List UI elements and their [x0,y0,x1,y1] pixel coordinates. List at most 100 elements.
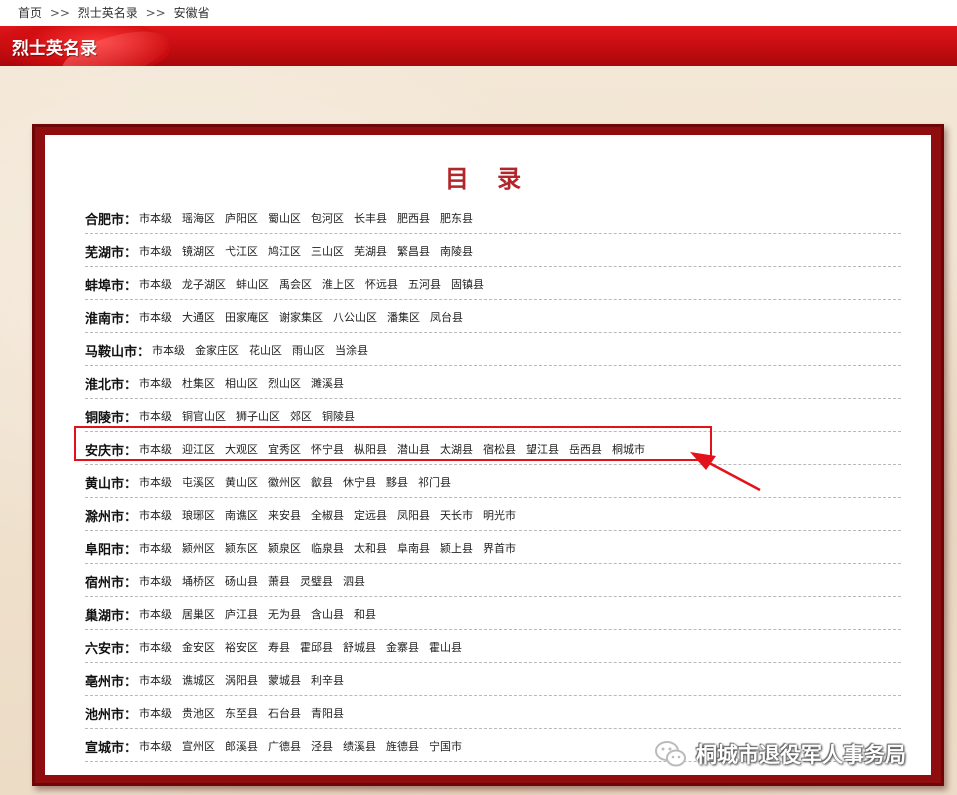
district-link[interactable]: 黟县 [386,474,408,490]
district-link[interactable]: 寿县 [268,639,290,655]
district-link[interactable]: 芜湖县 [354,243,387,259]
district-link[interactable]: 郊区 [290,408,312,424]
district-link[interactable]: 舒城县 [343,639,376,655]
district-link[interactable]: 埇桥区 [182,573,215,589]
district-link[interactable]: 市本级 [139,606,172,622]
district-link[interactable]: 肥西县 [397,210,430,226]
district-link[interactable]: 休宁县 [343,474,376,490]
district-link[interactable]: 来安县 [268,507,301,523]
district-link[interactable]: 市本级 [139,639,172,655]
district-link[interactable]: 明光市 [483,507,516,523]
district-link[interactable]: 雨山区 [292,342,325,358]
district-link[interactable]: 无为县 [268,606,301,622]
district-link[interactable]: 颍上县 [440,540,473,556]
district-link[interactable]: 谯城区 [182,672,215,688]
district-link[interactable]: 金寨县 [386,639,419,655]
district-link[interactable]: 裕安区 [225,639,258,655]
district-link[interactable]: 弋江区 [225,243,258,259]
district-link[interactable]: 泗县 [343,573,365,589]
district-link[interactable]: 镜湖区 [182,243,215,259]
district-link[interactable]: 凤台县 [430,309,463,325]
district-link[interactable]: 青阳县 [311,705,344,721]
district-link[interactable]: 烈山区 [268,375,301,391]
district-link[interactable]: 太和县 [354,540,387,556]
district-link[interactable]: 阜南县 [397,540,430,556]
breadcrumb-martyrs[interactable]: 烈士英名录 [78,6,138,20]
district-link[interactable]: 铜陵县 [322,408,355,424]
district-link[interactable]: 市本级 [139,672,172,688]
district-link[interactable]: 砀山县 [225,573,258,589]
district-link[interactable]: 萧县 [268,573,290,589]
district-link[interactable]: 肥东县 [440,210,473,226]
district-link[interactable]: 市本级 [139,738,172,754]
district-link[interactable]: 田家庵区 [225,309,269,325]
district-link[interactable]: 灵璧县 [300,573,333,589]
district-link[interactable]: 蒙城县 [268,672,301,688]
district-link[interactable]: 市本级 [139,210,172,226]
district-link[interactable]: 禹会区 [279,276,312,292]
district-link[interactable]: 繁昌县 [397,243,430,259]
district-link[interactable]: 广德县 [268,738,301,754]
district-link[interactable]: 大通区 [182,309,215,325]
district-link[interactable]: 相山区 [225,375,258,391]
district-link[interactable]: 蚌山区 [236,276,269,292]
district-link[interactable]: 天长市 [440,507,473,523]
district-link[interactable]: 市本级 [139,474,172,490]
district-link[interactable]: 包河区 [311,210,344,226]
district-link[interactable]: 定远县 [354,507,387,523]
district-link[interactable]: 徽州区 [268,474,301,490]
district-link[interactable]: 居巢区 [182,606,215,622]
district-link[interactable]: 绩溪县 [343,738,376,754]
district-link[interactable]: 花山区 [249,342,282,358]
district-link[interactable]: 瑶海区 [182,210,215,226]
district-link[interactable]: 市本级 [139,243,172,259]
district-link[interactable]: 东至县 [225,705,258,721]
district-link[interactable]: 石台县 [268,705,301,721]
district-link[interactable]: 铜官山区 [182,408,226,424]
district-link[interactable]: 狮子山区 [236,408,280,424]
district-link[interactable]: 市本级 [139,540,172,556]
district-link[interactable]: 市本级 [139,309,172,325]
district-link[interactable]: 市本级 [139,507,172,523]
district-link[interactable]: 界首市 [483,540,516,556]
district-link[interactable]: 金安区 [182,639,215,655]
district-link[interactable]: 八公山区 [333,309,377,325]
district-link[interactable]: 全椒县 [311,507,344,523]
district-link[interactable]: 市本级 [152,342,185,358]
district-link[interactable]: 当涂县 [335,342,368,358]
district-link[interactable]: 五河县 [408,276,441,292]
district-link[interactable]: 黄山区 [225,474,258,490]
district-link[interactable]: 和县 [354,606,376,622]
district-link[interactable]: 怀远县 [365,276,398,292]
district-link[interactable]: 贵池区 [182,705,215,721]
district-link[interactable]: 三山区 [311,243,344,259]
district-link[interactable]: 郎溪县 [225,738,258,754]
district-link[interactable]: 颍州区 [182,540,215,556]
district-link[interactable]: 市本级 [139,276,172,292]
district-link[interactable]: 歙县 [311,474,333,490]
district-link[interactable]: 临泉县 [311,540,344,556]
district-link[interactable]: 潘集区 [387,309,420,325]
district-link[interactable]: 琅琊区 [182,507,215,523]
district-link[interactable]: 金家庄区 [195,342,239,358]
district-link[interactable]: 凤阳县 [397,507,430,523]
district-link[interactable]: 蜀山区 [268,210,301,226]
district-link[interactable]: 利辛县 [311,672,344,688]
district-link[interactable]: 霍邱县 [300,639,333,655]
district-link[interactable]: 南陵县 [440,243,473,259]
district-link[interactable]: 谢家集区 [279,309,323,325]
district-link[interactable]: 霍山县 [429,639,462,655]
district-link[interactable]: 庐江县 [225,606,258,622]
district-link[interactable]: 龙子湖区 [182,276,226,292]
district-link[interactable]: 长丰县 [354,210,387,226]
district-link[interactable]: 市本级 [139,705,172,721]
district-link[interactable]: 庐阳区 [225,210,258,226]
district-link[interactable]: 旌德县 [386,738,419,754]
district-link[interactable]: 含山县 [311,606,344,622]
breadcrumb-province[interactable]: 安徽省 [174,6,210,20]
district-link[interactable]: 市本级 [139,408,172,424]
district-link[interactable]: 颍泉区 [268,540,301,556]
district-link[interactable]: 颍东区 [225,540,258,556]
district-link[interactable]: 淮上区 [322,276,355,292]
district-link[interactable]: 涡阳县 [225,672,258,688]
